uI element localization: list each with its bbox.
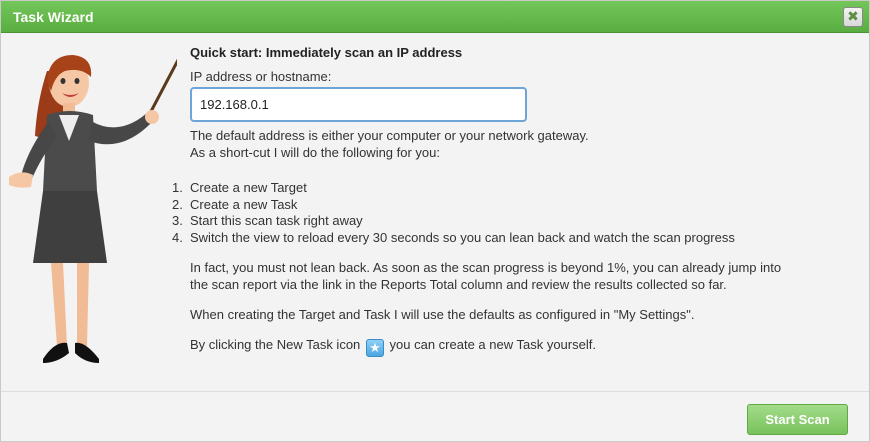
step-text: Create a new Target <box>190 180 307 195</box>
lean-back-note: In fact, you must not lean back. As soon… <box>190 259 860 293</box>
start-scan-button[interactable]: Start Scan <box>747 404 848 435</box>
wizard-content: Quick start: Immediately scan an IP addr… <box>172 45 860 357</box>
step-list: 1. Create a new Target 2. Create a new Tas… <box>172 180 860 246</box>
quick-start-heading: Quick start: Immediately scan an IP addr… <box>190 45 463 60</box>
close-icon: ✖ <box>847 8 859 24</box>
list-item: 1. Create a new Target <box>172 180 860 197</box>
step-number: 1. <box>172 180 183 195</box>
list-item: 4. Switch the view to reload every 30 sec… <box>172 230 860 247</box>
presenter-illustration <box>9 55 177 363</box>
step-number: 3. <box>172 213 183 228</box>
footer-divider <box>1 391 869 392</box>
dialog-titlebar: Task Wizard ✖ <box>1 1 869 33</box>
list-item: 3. Start this scan task right away <box>172 213 860 230</box>
close-button[interactable]: ✖ <box>843 7 863 27</box>
task-wizard-dialog: Task Wizard ✖ Quick start: Immediately s… <box>0 0 870 442</box>
new-task-text-before: By clicking the New Task icon <box>190 337 361 352</box>
dialog-title: Task Wizard <box>13 9 94 25</box>
ip-address-input[interactable] <box>190 87 527 122</box>
new-task-note: By clicking the New Task icon ★ you can … <box>190 336 860 357</box>
step-number: 2. <box>172 196 183 212</box>
list-item: 2. Create a new Task <box>172 197 860 214</box>
shortcut-note: As a short-cut I will do the following f… <box>190 145 441 160</box>
new-task-star-icon[interactable]: ★ <box>365 339 384 357</box>
star-icon: ★ <box>369 340 381 355</box>
step-text: Start this scan task right away <box>190 213 363 228</box>
ip-address-label: IP address or hostname: <box>190 69 332 84</box>
defaults-note: When creating the Target and Task I will… <box>190 307 695 322</box>
step-text: Create a new Task <box>190 196 298 212</box>
step-number: 4. <box>172 229 183 245</box>
lean-back-line-1: In fact, you must not lean back. As soon… <box>190 260 782 275</box>
step-text: Switch the view to reload every 30 secon… <box>190 229 735 245</box>
default-address-note: The default address is either your compu… <box>190 128 589 143</box>
new-task-text-after: you can create a new Task yourself. <box>389 337 596 352</box>
lean-back-line-2: the scan report via the link in the Repo… <box>190 277 727 292</box>
